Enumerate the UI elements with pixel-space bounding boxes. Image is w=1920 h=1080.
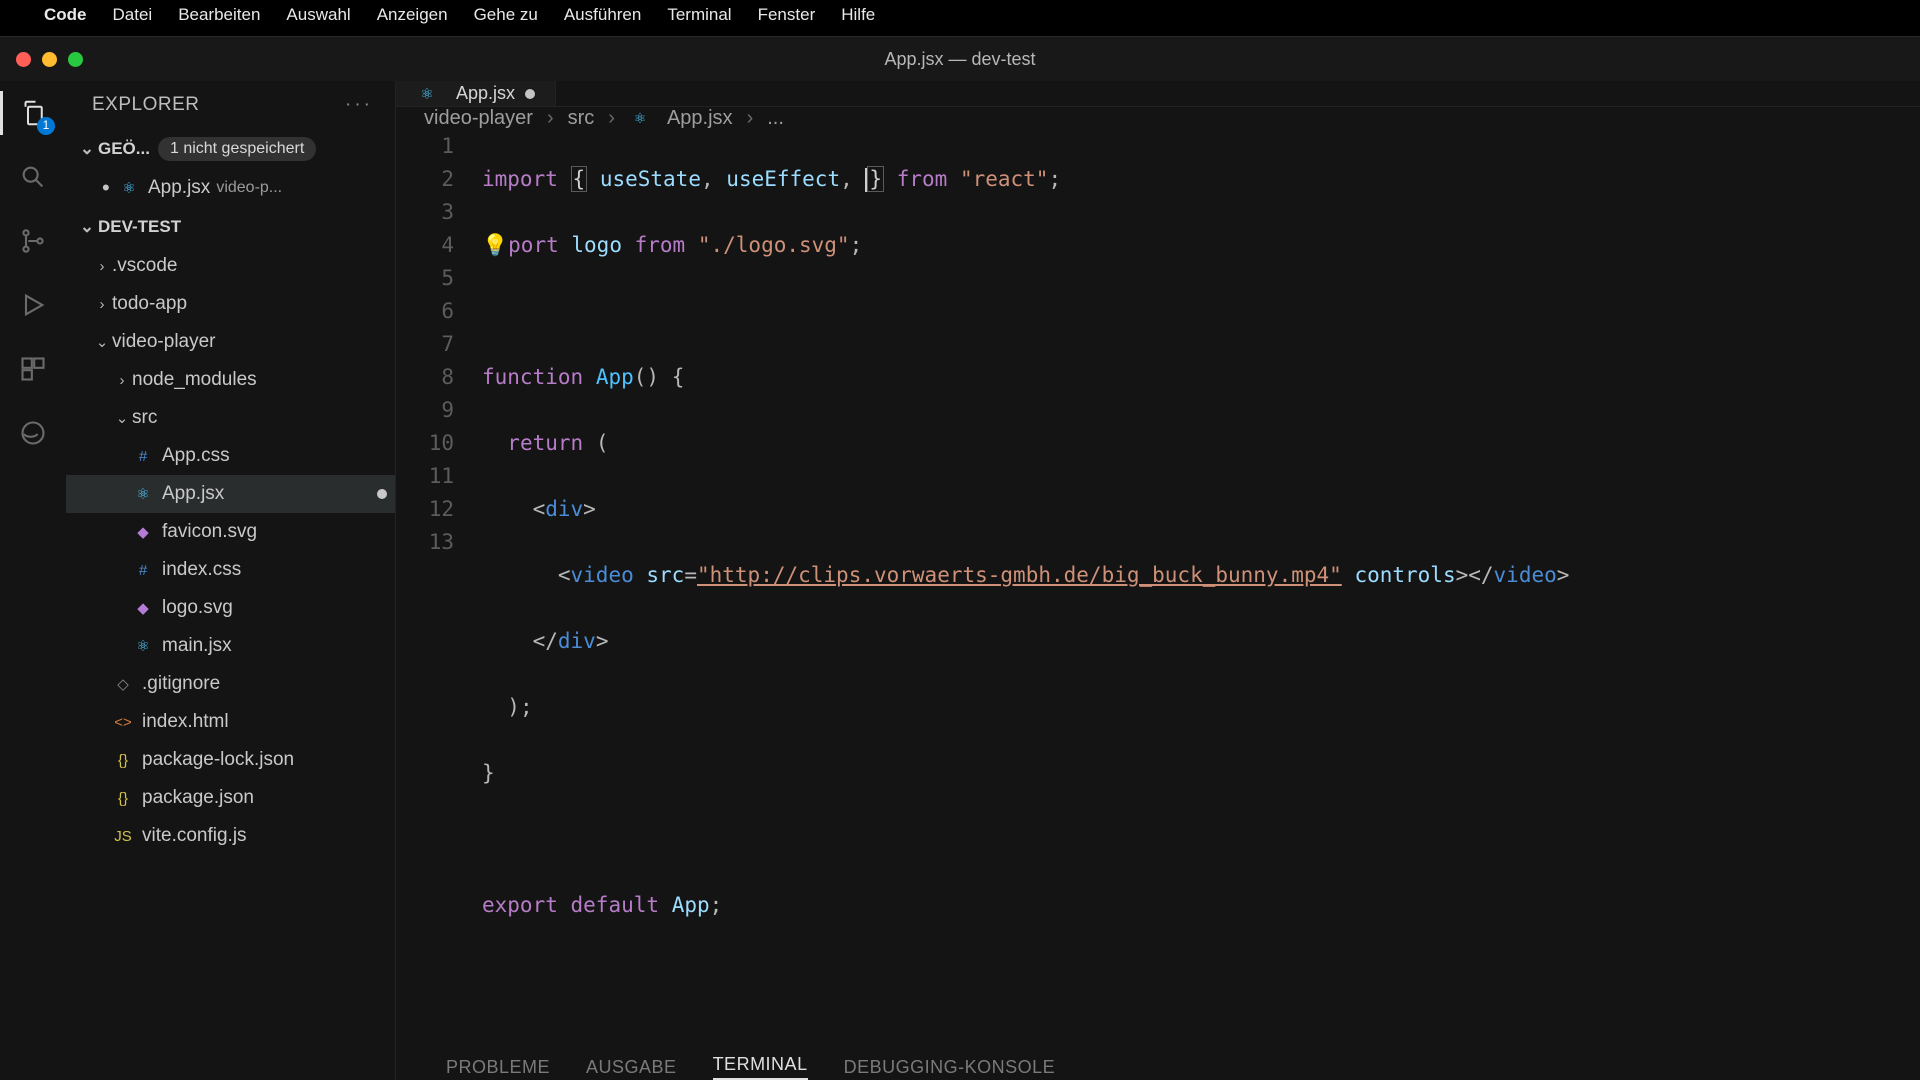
menubar-app[interactable]: Code	[44, 5, 87, 25]
menubar-ausfuehren[interactable]: Ausführen	[564, 5, 642, 25]
panel-tab-debug[interactable]: DEBUGGING-KONSOLE	[844, 1057, 1056, 1078]
tree-folder-todoapp[interactable]: ›todo-app	[66, 285, 395, 323]
react-file-icon: ⚛	[132, 483, 154, 505]
workspace-section[interactable]: ⌄ DEV-TEST	[66, 207, 395, 247]
react-file-icon: ⚛	[416, 83, 438, 105]
tree-folder-videoplayer[interactable]: ⌄video-player	[66, 323, 395, 361]
tree-file-favicon[interactable]: ◆favicon.svg	[66, 513, 395, 551]
window-title: App.jsx — dev-test	[0, 49, 1920, 70]
menubar-terminal[interactable]: Terminal	[667, 5, 731, 25]
tree-file-pkglock[interactable]: {}package-lock.json	[66, 741, 395, 779]
js-file-icon: JS	[112, 825, 134, 847]
explorer-title: EXPLORER	[92, 94, 199, 116]
panel-tab-probleme[interactable]: PROBLEME	[446, 1057, 550, 1078]
panel-tab-terminal[interactable]: TERMINAL	[713, 1054, 808, 1080]
menubar-hilfe[interactable]: Hilfe	[841, 5, 875, 25]
tree-folder-vscode[interactable]: ›.vscode	[66, 247, 395, 285]
editor-tabs: ⚛ App.jsx	[396, 81, 1920, 107]
explorer-icon[interactable]: 1	[15, 95, 51, 131]
tab-label: App.jsx	[456, 83, 515, 104]
activity-bar: 1	[0, 81, 66, 1080]
menubar-bearbeiten[interactable]: Bearbeiten	[178, 5, 260, 25]
window-controls	[0, 52, 83, 67]
crumb-rest: ...	[767, 107, 784, 130]
explorer-header: EXPLORER ···	[66, 81, 395, 129]
crumb-file: ⚛App.jsx	[629, 107, 733, 130]
maximize-window-button[interactable]	[68, 52, 83, 67]
tree-folder-nodemodules[interactable]: ›node_modules	[66, 361, 395, 399]
explorer-sidebar: EXPLORER ··· ⌄ GEÖ... 1 nicht gespeicher…	[66, 81, 396, 1080]
json-file-icon: {}	[112, 749, 134, 771]
css-file-icon: #	[132, 445, 154, 467]
run-debug-icon[interactable]	[15, 287, 51, 323]
panel-tabs: PROBLEME AUSGABE TERMINAL DEBUGGING-KONS…	[396, 1054, 1920, 1080]
chevron-down-icon: ⌄	[76, 217, 98, 237]
chevron-down-icon: ⌄	[76, 139, 98, 159]
tree-file-vite[interactable]: JSvite.config.js	[66, 817, 395, 855]
close-window-button[interactable]	[16, 52, 31, 67]
tab-appjsx[interactable]: ⚛ App.jsx	[396, 81, 556, 106]
extensions-icon[interactable]	[15, 351, 51, 387]
open-editor-item[interactable]: • ⚛ App.jsx video-p...	[66, 169, 395, 207]
tree-file-appjsx[interactable]: ⚛App.jsx	[66, 475, 395, 513]
source-control-icon[interactable]	[15, 223, 51, 259]
menubar-auswahl[interactable]: Auswahl	[286, 5, 350, 25]
explorer-more-icon[interactable]: ···	[345, 94, 373, 116]
search-icon[interactable]	[15, 159, 51, 195]
gitignore-file-icon: ◇	[112, 673, 134, 695]
menubar-anzeigen[interactable]: Anzeigen	[377, 5, 448, 25]
explorer-badge: 1	[37, 117, 55, 135]
minimize-window-button[interactable]	[42, 52, 57, 67]
tree-file-logosvg[interactable]: ◆logo.svg	[66, 589, 395, 627]
crumb-folder2: src	[568, 107, 595, 130]
crumb-folder1: video-player	[424, 107, 533, 130]
json-file-icon: {}	[112, 787, 134, 809]
svg-file-icon: ◆	[132, 597, 154, 619]
chevron-right-icon: ›	[547, 107, 554, 130]
chevron-right-icon: ›	[608, 107, 615, 130]
unsaved-pill: 1 nicht gespeichert	[158, 137, 316, 161]
vscode-window: App.jsx — dev-test 1	[0, 36, 1920, 1080]
file-tree: ›.vscode ›todo-app ⌄video-player ›node_m…	[66, 247, 395, 855]
workspace-label: DEV-TEST	[98, 217, 181, 237]
panel-tab-ausgabe[interactable]: AUSGABE	[586, 1057, 677, 1078]
menubar-gehezu[interactable]: Gehe zu	[474, 5, 538, 25]
tree-file-pkg[interactable]: {}package.json	[66, 779, 395, 817]
css-file-icon: #	[132, 559, 154, 581]
html-file-icon: <>	[112, 711, 134, 733]
open-editor-name: App.jsx	[148, 177, 210, 199]
breadcrumb[interactable]: video-player › src › ⚛App.jsx › ...	[396, 107, 1920, 130]
react-file-icon: ⚛	[629, 108, 651, 130]
lightbulb-icon[interactable]: 💡	[482, 233, 508, 257]
titlebar[interactable]: App.jsx — dev-test	[0, 37, 1920, 81]
tab-modified-dot-icon	[525, 89, 535, 99]
tree-folder-src[interactable]: ⌄src	[66, 399, 395, 437]
menubar-fenster[interactable]: Fenster	[758, 5, 816, 25]
tree-file-mainjsx[interactable]: ⚛main.jsx	[66, 627, 395, 665]
modified-dot-icon	[377, 489, 387, 499]
open-editors-section[interactable]: ⌄ GEÖ... 1 nicht gespeichert	[66, 129, 395, 169]
line-gutter: 12345678910111213	[396, 130, 482, 1054]
code-content[interactable]: import { useState, useEffect, } from "re…	[482, 130, 1920, 1054]
tree-file-gitignore[interactable]: ◇.gitignore	[66, 665, 395, 703]
react-file-icon: ⚛	[118, 177, 140, 199]
svg-file-icon: ◆	[132, 521, 154, 543]
tree-file-appcss[interactable]: #App.css	[66, 437, 395, 475]
menubar-datei[interactable]: Datei	[113, 5, 153, 25]
react-file-icon: ⚛	[132, 635, 154, 657]
edge-icon[interactable]	[15, 415, 51, 451]
open-editors-label: GEÖ...	[98, 139, 150, 159]
system-menubar: Code Datei Bearbeiten Auswahl Anzeigen G…	[0, 0, 1920, 30]
open-editor-folder: video-p...	[216, 179, 282, 197]
code-editor[interactable]: 12345678910111213 import { useState, use…	[396, 130, 1920, 1054]
tree-file-indexhtml[interactable]: <>index.html	[66, 703, 395, 741]
editor-area: ⚛ App.jsx video-player › src › ⚛App.jsx …	[396, 81, 1920, 1080]
chevron-right-icon: ›	[747, 107, 754, 130]
tree-file-indexcss[interactable]: #index.css	[66, 551, 395, 589]
